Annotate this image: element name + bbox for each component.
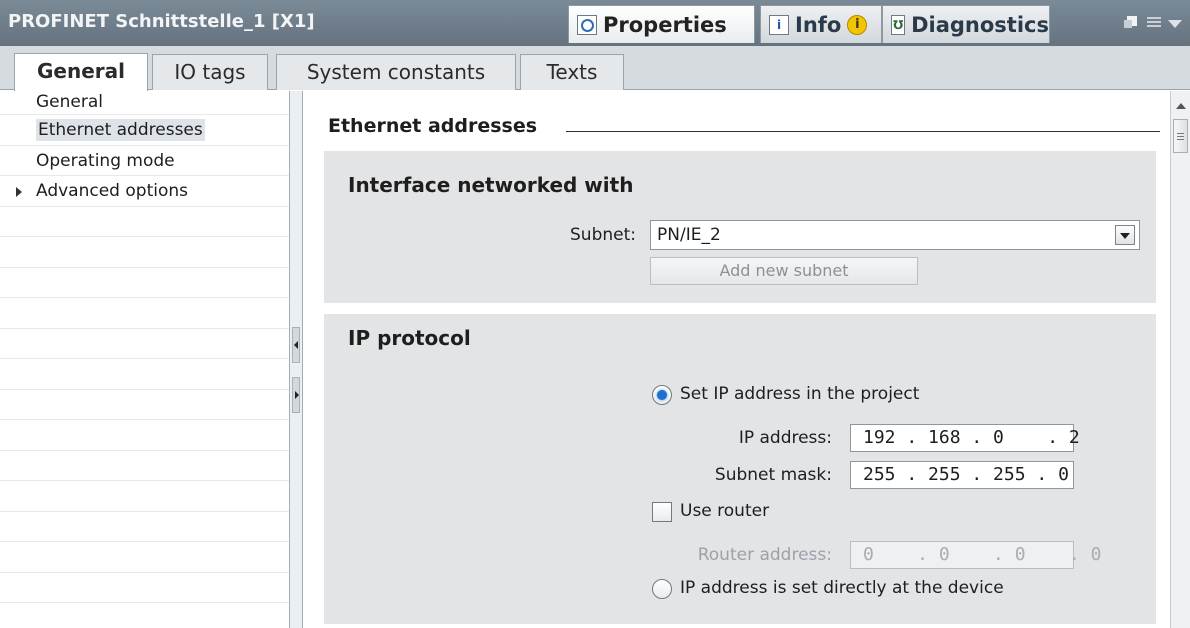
nav-empty-row [0, 542, 289, 573]
nav-empty-row [0, 237, 289, 268]
expand-right-icon[interactable] [292, 377, 300, 413]
inspector-title: PROFINET Schnittstelle_1 [X1] [8, 11, 315, 32]
section-title: Ethernet addresses [328, 115, 538, 137]
radio-ip-set-at-device[interactable] [652, 579, 672, 599]
router-address-label: Router address: [697, 545, 832, 565]
tab-diagnostics[interactable]: ℧ Diagnostics [882, 5, 1050, 43]
info-icon: i [769, 14, 789, 35]
tab-info[interactable]: i Info i [760, 5, 882, 43]
nav-empty-row [0, 451, 289, 481]
nav-empty-row [0, 390, 289, 420]
nav-item-general[interactable]: General [0, 91, 289, 115]
nav-item-label: Operating mode [36, 150, 175, 171]
nav-item-operating-mode[interactable]: Operating mode [0, 146, 289, 176]
nav-empty-row [0, 481, 289, 512]
tab-io-tags[interactable]: IO tags [152, 54, 268, 90]
scroll-up-icon[interactable] [1174, 97, 1188, 115]
tab-general[interactable]: General [14, 53, 148, 91]
ip-protocol-title: IP protocol [348, 326, 471, 350]
nav-empty-row [0, 329, 289, 359]
info-badge-icon: i [847, 14, 868, 35]
subtab-bar: General IO tags System constants Texts [0, 46, 1190, 91]
nav-empty-row [0, 207, 289, 237]
tab-system-constants[interactable]: System constants [276, 54, 516, 90]
use-router-label: Use router [680, 501, 770, 521]
nav-empty-row [0, 420, 289, 451]
nav-item-label: Ethernet addresses [36, 119, 205, 141]
add-new-subnet-button[interactable]: Add new subnet [650, 257, 918, 285]
tab-info-label: Info [795, 12, 842, 37]
nav-item-label: Advanced options [36, 181, 188, 201]
inspector-title-bar: PROFINET Schnittstelle_1 [X1] Properties… [0, 0, 1190, 46]
diagnostics-icon: ℧ [891, 14, 906, 35]
subnet-select[interactable]: PN/IE_2 [650, 220, 1140, 250]
pane-splitter[interactable] [289, 91, 303, 628]
property-nav-tree: General Ethernet addresses Operating mod… [0, 91, 289, 628]
nav-empty-row [0, 512, 289, 542]
properties-content: Ethernet addresses Interface networked w… [304, 91, 1170, 628]
nav-empty-row [0, 298, 289, 329]
restore-window-icon[interactable] [1122, 14, 1140, 32]
dropdown-arrow-icon[interactable] [1115, 225, 1135, 245]
set-ip-in-project-label: Set IP address in the project [680, 384, 920, 404]
tab-properties[interactable]: Properties [568, 5, 755, 43]
nav-empty-row [0, 268, 289, 298]
nav-empty-row [0, 359, 289, 390]
ip-protocol-group: IP protocol Set IP address in the projec… [324, 314, 1156, 624]
tab-properties-label: Properties [603, 12, 727, 37]
section-divider [566, 131, 1160, 132]
use-router-checkbox[interactable] [652, 502, 672, 522]
chevron-down-icon[interactable] [1166, 14, 1184, 32]
tab-diagnostics-label: Diagnostics [911, 12, 1049, 37]
networked-group: Interface networked with Subnet: PN/IE_2… [324, 151, 1156, 303]
ip-address-label: IP address: [738, 428, 832, 448]
router-address-field[interactable]: 0 . 0 . 0 . 0 [850, 541, 1101, 569]
subnet-value: PN/IE_2 [657, 225, 721, 245]
radio-set-ip-in-project[interactable] [652, 385, 672, 405]
networked-group-title: Interface networked with [348, 173, 634, 197]
nav-item-ethernet-addresses[interactable]: Ethernet addresses [0, 115, 289, 146]
subnet-mask-label: Subnet mask: [714, 465, 832, 485]
scroll-thumb[interactable] [1173, 119, 1188, 153]
expand-arrow-icon[interactable] [16, 187, 22, 197]
panel-menu-icon[interactable] [1146, 14, 1164, 32]
ip-set-at-device-label: IP address is set directly at the device [680, 578, 1004, 598]
properties-icon [577, 14, 597, 35]
nav-item-advanced-options[interactable]: Advanced options [0, 176, 289, 207]
subnet-mask-field[interactable]: 255 . 255 . 255 . 0 [850, 461, 1074, 489]
collapse-left-icon[interactable] [292, 327, 300, 363]
tab-texts[interactable]: Texts [520, 54, 624, 90]
nav-empty-row [0, 573, 289, 603]
subnet-label: Subnet: [570, 225, 636, 245]
nav-item-label: General [36, 92, 103, 112]
ip-address-field[interactable]: 192 . 168 . 0 . 2 [850, 424, 1080, 452]
vertical-scrollbar[interactable] [1170, 91, 1190, 628]
